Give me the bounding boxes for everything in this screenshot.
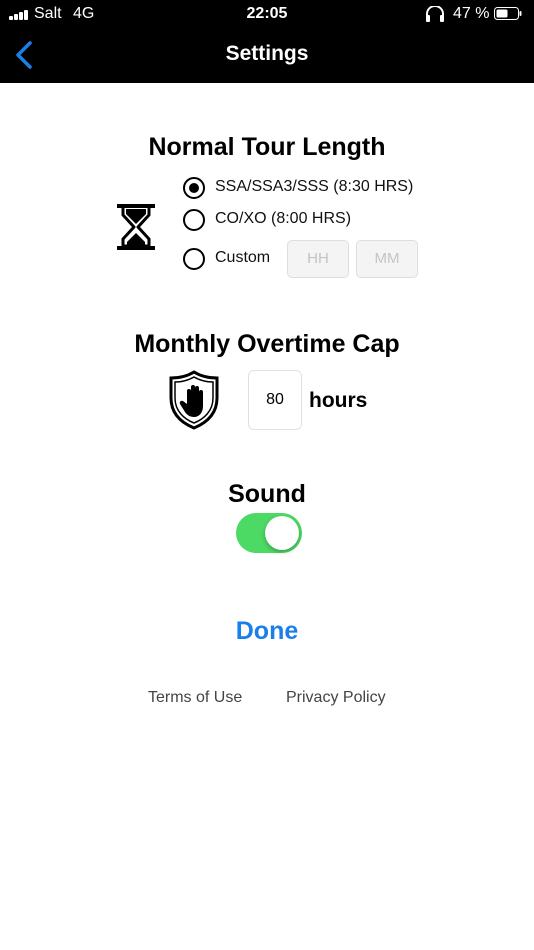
radio-label: Custom <box>215 249 271 266</box>
terms-of-use-link[interactable]: Terms of Use <box>148 689 242 707</box>
radio-label: SSA/SSA3/SSS (8:30 HRS) <box>215 178 414 195</box>
sound-title: Sound <box>228 480 306 508</box>
overtime-cap-input[interactable]: 80 <box>248 370 302 430</box>
top-bar: Salt 4G 22:05 47 % Settings <box>0 0 534 83</box>
status-bar: Salt 4G 22:05 47 % <box>0 0 534 30</box>
radio-button[interactable] <box>183 209 205 231</box>
overtime-cap-title: Monthly Overtime Cap <box>134 330 400 358</box>
sound-toggle[interactable] <box>236 513 302 553</box>
overtime-unit-label: hours <box>309 389 368 412</box>
battery-percent: 47 % <box>453 5 490 22</box>
radio-label: CO/XO (8:00 HRS) <box>215 210 352 227</box>
radio-button[interactable] <box>183 248 205 270</box>
stop-hand-shield-icon <box>169 370 219 430</box>
page-title: Settings <box>225 42 309 65</box>
navigation-bar: Settings <box>0 30 534 83</box>
battery-icon <box>494 7 522 20</box>
custom-hours-input[interactable]: HH <box>287 240 349 278</box>
tour-length-title: Normal Tour Length <box>148 133 386 161</box>
radio-button-selected[interactable] <box>183 177 205 199</box>
headphones-icon <box>426 6 444 22</box>
hourglass-icon <box>117 204 155 250</box>
custom-minutes-input[interactable]: MM <box>356 240 418 278</box>
toggle-knob <box>265 516 299 550</box>
privacy-policy-link[interactable]: Privacy Policy <box>286 689 386 707</box>
done-button[interactable]: Done <box>0 617 534 646</box>
